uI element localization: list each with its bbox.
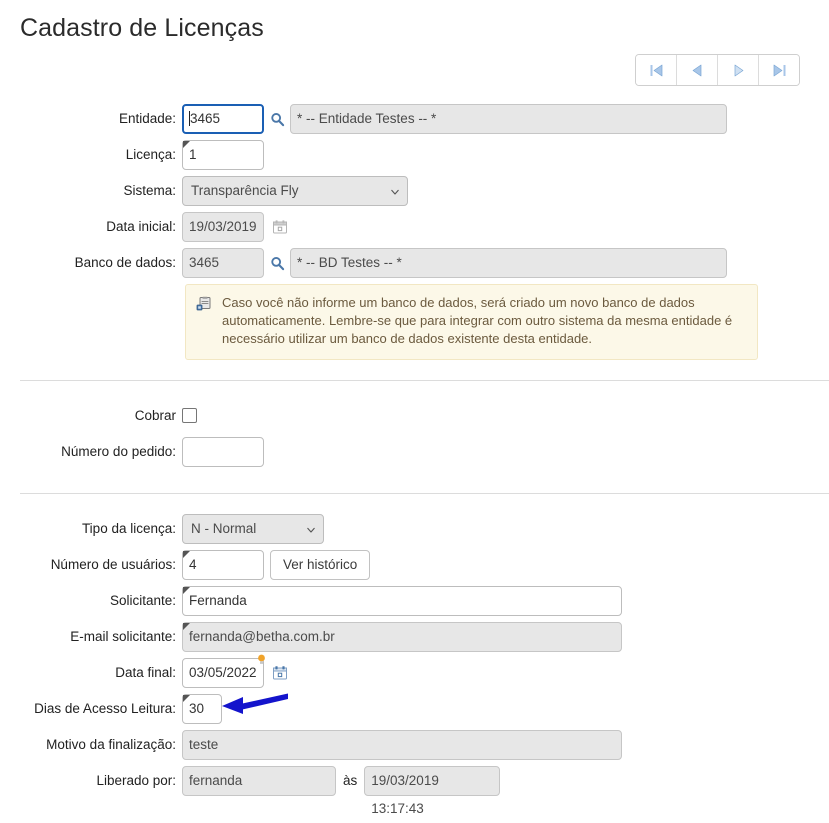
data-inicial-input: 19/03/2019 [182,212,264,242]
field-row-numero-pedido: Número do pedido: [0,437,829,467]
page-title: Cadastro de Licenças [20,14,264,42]
field-row-licenca: Licença: 1 [0,140,829,170]
cobrar-checkbox[interactable] [182,408,197,423]
field-row-entidade: Entidade: 3465 * -- Entidade Testes -- * [0,104,829,134]
field-row-cobrar: Cobrar [0,401,829,431]
entidade-input[interactable]: 3465 [182,104,264,134]
banco-dados-search-button[interactable] [264,248,290,278]
field-row-liberado-por: Liberado por: fernanda às 19/03/2019 13:… [0,766,829,816]
field-row-solicitante: Solicitante: Fernanda [0,586,829,616]
chevron-down-icon [391,189,399,195]
dias-acesso-leitura-input[interactable]: 30 [182,694,222,724]
field-row-dias-acesso-leitura: Dias de Acesso Leitura: 30 [0,694,829,724]
liberado-por-input: fernanda [182,766,336,796]
liberado-por-timestamp: 19/03/2019 13:17:43 [364,766,501,816]
data-inicial-label: Data inicial: [106,219,176,234]
numero-usuarios-label: Número de usuários: [50,557,176,572]
sistema-select[interactable]: Transparência Fly [182,176,408,206]
entidade-search-button[interactable] [264,104,290,134]
numero-usuarios-input[interactable]: 4 [182,550,264,580]
email-solicitante-label: E-mail solicitante: [70,629,176,644]
previous-record-button[interactable] [677,55,718,85]
data-inicial-calendar-button [267,212,293,242]
last-record-button[interactable] [759,55,799,85]
record-navigation-toolbar [635,54,800,86]
magnifier-icon [270,256,284,270]
field-row-numero-usuarios: Número de usuários: 4 Ver histórico [0,550,829,580]
entidade-value: 3465 [190,111,221,126]
field-row-sistema: Sistema: Transparência Fly [0,176,829,206]
data-final-value: 03/05/2022 [189,665,257,680]
data-final-input[interactable]: 03/05/2022 [182,654,265,688]
lightbulb-icon [258,654,265,664]
field-row-data-final: Data final: 03/05/2022 [0,654,829,688]
licenca-input[interactable]: 1 [182,140,264,170]
numero-pedido-label: Número do pedido: [61,444,176,459]
numero-pedido-input[interactable] [182,437,264,467]
calendar-icon [273,220,287,234]
email-solicitante-input: fernanda@betha.com.br [182,622,622,652]
banco-dados-description: * -- BD Testes -- * [290,248,727,278]
motivo-finalizacao-input: teste [182,730,622,760]
database-info-box: Caso você não informe um banco de dados,… [185,284,758,360]
sistema-label: Sistema: [123,183,176,198]
liberado-por-separator: às [343,773,358,788]
field-row-email-solicitante: E-mail solicitante: fernanda@betha.com.b… [0,622,829,652]
data-final-calendar-button[interactable] [267,658,293,688]
motivo-finalizacao-label: Motivo da finalização: [46,737,176,752]
note-clipboard-icon [196,296,211,311]
chevron-down-icon [307,527,315,533]
sistema-selected-value: Transparência Fly [191,183,299,198]
entidade-label: Entidade: [118,111,176,126]
tipo-licenca-label: Tipo da licença: [81,521,176,536]
database-info-text: Caso você não informe um banco de dados,… [222,295,733,346]
first-record-icon [650,64,662,76]
data-final-label: Data final: [115,665,176,680]
liberado-por-label: Liberado por: [96,773,176,788]
tipo-licenca-select[interactable]: N - Normal [182,514,324,544]
first-record-button[interactable] [636,55,677,85]
next-record-button[interactable] [718,55,759,85]
solicitante-label: Solicitante: [109,593,176,608]
cobrar-label: Cobrar [134,408,176,423]
tipo-licenca-selected-value: N - Normal [191,521,257,536]
licenca-label: Licença: [125,147,176,162]
field-row-tipo-licenca: Tipo da licença: N - Normal [0,514,829,544]
banco-dados-label: Banco de dados: [74,255,176,270]
entidade-description: * -- Entidade Testes -- * [290,104,727,134]
magnifier-icon [270,112,284,126]
next-record-icon [734,64,743,76]
dias-acesso-leitura-label: Dias de Acesso Leitura: [34,701,176,716]
view-history-button[interactable]: Ver histórico [270,550,371,580]
banco-dados-input: 3465 [182,248,264,278]
field-row-banco-dados: Banco de dados: 3465 * -- BD Testes -- * [0,248,829,278]
last-record-icon [773,64,785,76]
solicitante-input[interactable]: Fernanda [182,586,622,616]
field-row-motivo-finalizacao: Motivo da finalização: teste [0,730,829,760]
license-form: Entidade: 3465 * -- Entidade Testes -- *… [0,104,829,816]
field-row-data-inicial: Data inicial: 19/03/2019 [0,212,829,242]
calendar-icon [273,666,287,680]
previous-record-icon [692,64,701,76]
